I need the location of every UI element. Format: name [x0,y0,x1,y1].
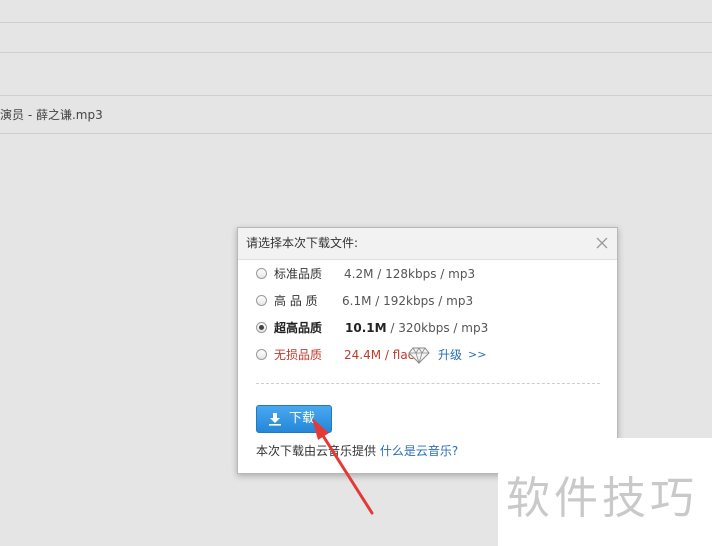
radio-super-high[interactable] [256,322,267,333]
option-name: 高 品 质 [274,294,318,308]
option-info: 24.4M / flac [344,345,414,365]
dialog-header: 请选择本次下载文件: [238,228,617,260]
file-name[interactable]: 演员 - 薛之谦.mp3 [0,104,103,126]
option-size: 24.4M [344,348,382,362]
radio-high[interactable] [256,295,267,306]
option-info: 10.1M / 320kbps / mp3 [345,318,488,338]
radio-standard[interactable] [256,268,267,279]
option-name: 无损品质 [274,348,323,362]
diamond-icon [408,347,430,364]
option-detail: / 192kbps / mp3 [375,294,474,308]
radio-lossless[interactable] [256,349,267,360]
option-size: 4.2M [344,267,374,281]
close-icon [596,237,608,249]
download-label: 下载 [289,411,316,426]
download-icon [269,413,281,426]
dialog-title: 请选择本次下载文件: [246,236,359,250]
list-divider [0,22,712,23]
list-divider [0,52,712,53]
what-is-cloud-music-link[interactable]: 什么是云音乐? [380,444,458,458]
footer-note: 本次下载由云音乐提供 什么是云音乐? [256,441,458,461]
dashed-divider [256,383,600,384]
option-size: 6.1M [342,294,372,308]
option-info: 6.1M / 192kbps / mp3 [342,291,473,311]
list-divider [0,133,712,134]
option-name: 超高品质 [274,321,323,335]
quality-option-lossless[interactable]: 无损品质 24.4M / flac 升级 >> [256,345,516,365]
option-detail: / 320kbps / mp3 [390,321,489,335]
list-divider [0,95,712,96]
option-name: 标准品质 [274,267,323,281]
close-button[interactable] [595,236,609,250]
upgrade-arrow-link[interactable]: >> [468,345,486,365]
watermark-text: 软件技巧 [506,473,698,524]
footer-text: 本次下载由云音乐提供 [256,444,377,458]
screen: 演员 - 薛之谦.mp3 请选择本次下载文件: 标准品质 4.2M / 128k… [0,0,712,546]
upgrade-link[interactable]: 升级 [438,345,462,365]
option-detail: / 128kbps / mp3 [377,267,476,281]
download-button[interactable]: 下载 [256,405,332,433]
option-size: 10.1M [345,321,387,335]
watermark: 软件技巧 [498,438,712,546]
download-dialog: 请选择本次下载文件: 标准品质 4.2M / 128kbps / mp3 高 品… [237,227,618,474]
option-info: 4.2M / 128kbps / mp3 [344,264,475,284]
